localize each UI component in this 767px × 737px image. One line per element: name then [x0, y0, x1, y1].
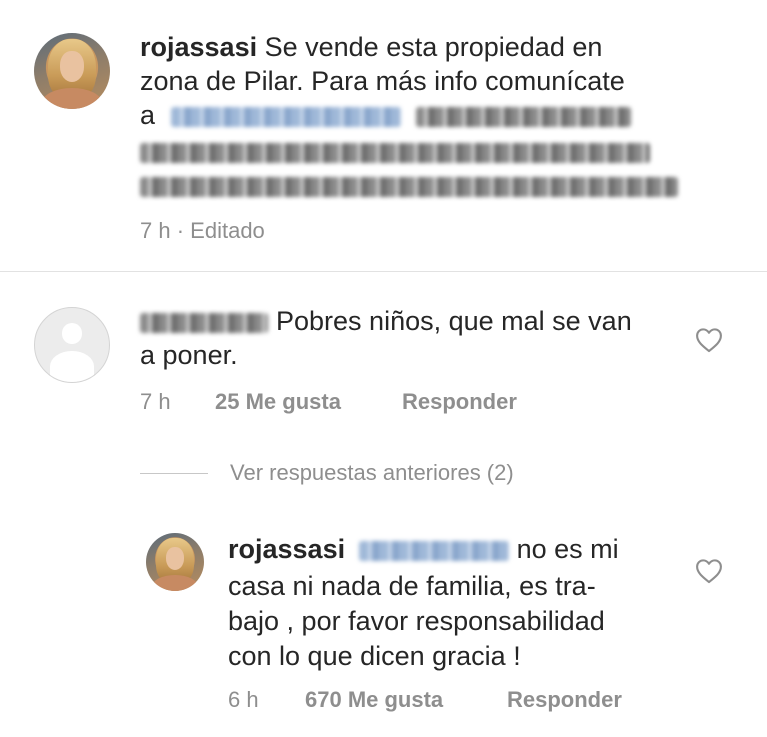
- heart-outline-icon[interactable]: [695, 327, 723, 353]
- caption-text-1: Se vende esta propiedad en: [264, 32, 603, 62]
- caption-separator: ·: [176, 218, 185, 243]
- section-divider: [0, 271, 767, 272]
- reply-text-1: no es mi: [516, 534, 619, 564]
- avatar-shoulders: [151, 574, 199, 591]
- avatar-face: [59, 51, 85, 82]
- reply-text-2: casa ni nada de familia, es tra-: [228, 571, 596, 601]
- comment-meta: 7 h: [140, 388, 171, 416]
- reply-reply-button[interactable]: Responder: [507, 686, 622, 714]
- comment-line-1: Pobres niños, que mal se van: [140, 304, 632, 338]
- comment-text-1: Pobres niños, que mal se van: [276, 306, 632, 336]
- comment-time: 7 h: [140, 389, 171, 414]
- comment-reply-button[interactable]: Responder: [402, 388, 517, 416]
- replies-line: [140, 472, 208, 474]
- comment-likes[interactable]: 25 Me gusta: [215, 388, 341, 416]
- caption-username[interactable]: rojassasi: [140, 32, 257, 62]
- reply-author-avatar[interactable]: [146, 533, 204, 591]
- reply-text-4: con lo que dicen gracia !: [228, 641, 521, 671]
- reply-meta: 6 h: [228, 686, 259, 714]
- reply-line-2: casa ni nada de familia, es tra-: [228, 569, 596, 603]
- view-previous-replies-label[interactable]: Ver respuestas anteriores (2): [230, 460, 514, 486]
- avatar-placeholder-body: [49, 350, 95, 382]
- reply-text-3: bajo , por favor responsabilidad: [228, 606, 605, 636]
- blurred-mention: [358, 540, 509, 561]
- caption-author-avatar[interactable]: [34, 33, 110, 109]
- caption-line-3: a: [140, 98, 632, 132]
- caption-time: 7 h: [140, 218, 171, 243]
- caption-text-3: a: [140, 100, 156, 130]
- comment-text-2: a poner.: [140, 340, 238, 370]
- caption-line-2: zona de Pilar. Para más info comunícate: [140, 64, 625, 98]
- comment-line-2: a poner.: [140, 338, 238, 372]
- post-caption: rojassasi Se vende esta propiedad en zon…: [0, 0, 767, 272]
- reply-time: 6 h: [228, 687, 259, 712]
- blurred-mention: [170, 106, 401, 127]
- caption-line-5: [140, 168, 678, 202]
- comment-author-avatar[interactable]: [34, 307, 110, 383]
- heart-outline-icon[interactable]: [695, 558, 723, 584]
- avatar-shoulders: [41, 87, 103, 109]
- instagram-comments-page: rojassasi Se vende esta propiedad en zon…: [0, 0, 767, 737]
- caption-edited: Editado: [190, 218, 265, 243]
- reply-line-3: bajo , por favor responsabilidad: [228, 604, 605, 638]
- reply-username[interactable]: rojassasi: [228, 534, 345, 564]
- blurred-text: [140, 176, 678, 197]
- caption-text-2: zona de Pilar. Para más info comunícate: [140, 66, 625, 96]
- avatar-placeholder-head: [61, 322, 83, 344]
- caption-meta: 7 h · Editado: [140, 217, 265, 245]
- reply-line-1: rojassasi no es mi: [228, 532, 619, 566]
- reply-likes[interactable]: 670 Me gusta: [305, 686, 443, 714]
- caption-line-1: rojassasi Se vende esta propiedad en: [140, 30, 602, 64]
- view-previous-replies[interactable]: Ver respuestas anteriores (2): [140, 458, 514, 488]
- blurred-username: [140, 312, 268, 333]
- blurred-text: [140, 142, 650, 163]
- reply-line-4: con lo que dicen gracia !: [228, 639, 521, 673]
- blurred-text: [416, 106, 632, 127]
- caption-line-4: [140, 134, 650, 168]
